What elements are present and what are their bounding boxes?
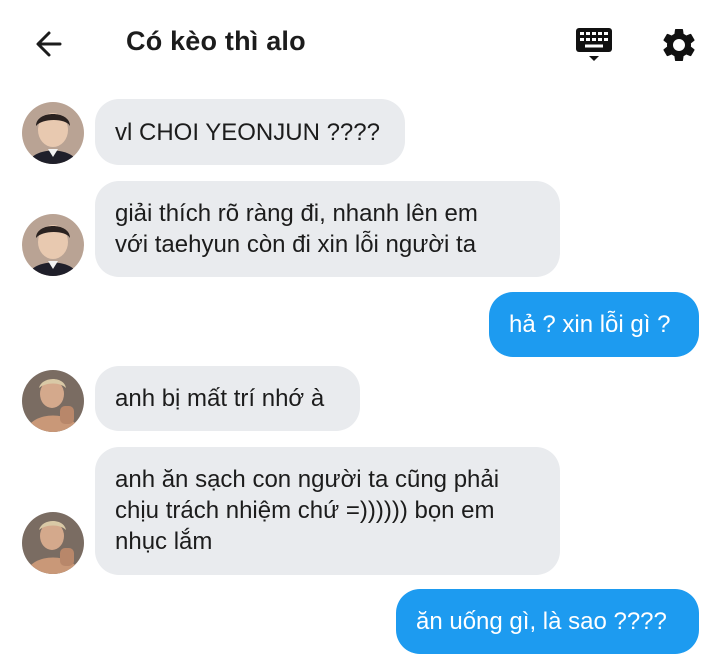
keyboard-button[interactable] xyxy=(574,25,614,65)
message-text: vl CHOI YEONJUN ???? xyxy=(115,118,380,146)
message-bubble-incoming: anh bị mất trí nhớ à xyxy=(95,366,360,431)
chat-header: Có kèo thì alo xyxy=(0,0,720,88)
back-arrow-icon xyxy=(36,31,62,57)
message-text-line: với taehyun còn đi xin lỗi người ta xyxy=(115,231,477,258)
message-bubble-outgoing: ăn uống gì, là sao ???? xyxy=(396,589,699,654)
keyboard-icon xyxy=(576,28,612,61)
avatar[interactable] xyxy=(22,370,84,432)
settings-button[interactable] xyxy=(659,25,699,65)
message-text: hả ? xin lỗi gì ? xyxy=(509,311,671,338)
message-text: anh bị mất trí nhớ à xyxy=(115,385,325,412)
message-text-line: nhục lắm xyxy=(115,528,213,555)
message-bubble-incoming: anh ăn sạch con người ta cũng phải chịu … xyxy=(95,447,560,575)
message-text-line: giải thích rõ ràng đi, nhanh lên em xyxy=(115,200,478,227)
message-bubble-outgoing: hả ? xin lỗi gì ? xyxy=(489,292,699,357)
avatar[interactable] xyxy=(22,512,84,574)
message-bubble-incoming: vl CHOI YEONJUN ???? xyxy=(95,99,405,165)
message-text: ăn uống gì, là sao ???? xyxy=(416,608,667,635)
gear-icon xyxy=(663,28,695,61)
message-text-line: anh ăn sạch con người ta cũng phải xyxy=(115,466,500,493)
message-text-line: chịu trách nhiệm chứ =)))))) bọn em xyxy=(115,497,495,524)
avatar[interactable] xyxy=(22,214,84,276)
message-bubble-incoming: giải thích rõ ràng đi, nhanh lên em với … xyxy=(95,181,560,277)
back-button[interactable] xyxy=(30,26,70,62)
avatar[interactable] xyxy=(22,102,84,164)
chat-title: Có kèo thì alo xyxy=(126,26,306,56)
